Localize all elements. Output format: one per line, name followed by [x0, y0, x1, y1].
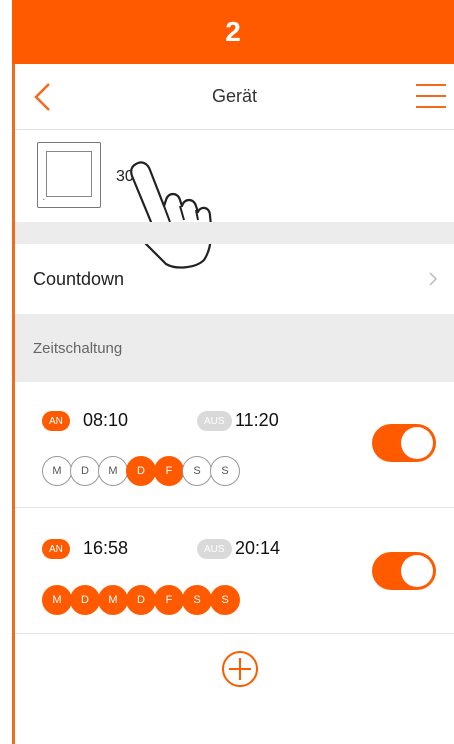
section-divider [15, 222, 454, 244]
schedule-section-header: Zeitschaltung [15, 314, 454, 382]
on-time: 16:58 [83, 538, 129, 558]
weekday-selector: M D M D F S S [42, 456, 240, 486]
page-title: Gerät [211, 86, 258, 106]
hamburger-menu-icon[interactable] [416, 82, 446, 110]
day-chip: D [126, 585, 156, 615]
timer-enable-toggle[interactable] [372, 552, 436, 590]
step-number-header: 2 [12, 0, 454, 64]
day-chip: M [98, 456, 128, 486]
day-chip: F [154, 585, 184, 615]
day-chip: S [182, 585, 212, 615]
on-badge: AN [42, 411, 70, 431]
chevron-right-icon [429, 272, 438, 286]
day-chip: D [70, 585, 100, 615]
chevron-left-icon[interactable] [33, 82, 53, 112]
day-chip: S [182, 456, 212, 486]
countdown-label: Countdown [33, 268, 125, 289]
timer-enable-toggle[interactable] [372, 424, 436, 462]
step-number: 2 [225, 16, 241, 47]
schedule-section-label: Zeitschaltung [33, 339, 123, 357]
timer-row[interactable]: AN 16:58 AUS 20:14 M D M D F S S [15, 508, 454, 634]
day-chip: D [70, 456, 100, 486]
device-switch-icon: ◔ [37, 142, 101, 208]
add-timer-row [15, 634, 454, 704]
on-badge: AN [42, 539, 70, 559]
timer-row[interactable]: AN 08:10 AUS 11:20 M D M D F S S [15, 382, 454, 508]
off-badge: AUS [197, 539, 232, 559]
day-chip: M [42, 585, 72, 615]
day-chip: M [98, 585, 128, 615]
off-badge: AUS [197, 411, 232, 431]
countdown-row[interactable]: Countdown [15, 244, 454, 314]
day-chip: D [126, 456, 156, 486]
on-time: 08:10 [83, 410, 129, 430]
day-chip: M [42, 456, 72, 486]
weekday-selector: M D M D F S S [42, 585, 240, 615]
device-row[interactable]: ◔ 301 [15, 130, 454, 222]
day-chip: S [210, 585, 240, 615]
day-chip: F [154, 456, 184, 486]
nav-bar: Gerät [15, 64, 454, 130]
add-timer-icon[interactable] [221, 650, 259, 688]
off-time: 20:14 [235, 538, 281, 558]
day-chip: S [210, 456, 240, 486]
off-time: 11:20 [235, 410, 279, 430]
